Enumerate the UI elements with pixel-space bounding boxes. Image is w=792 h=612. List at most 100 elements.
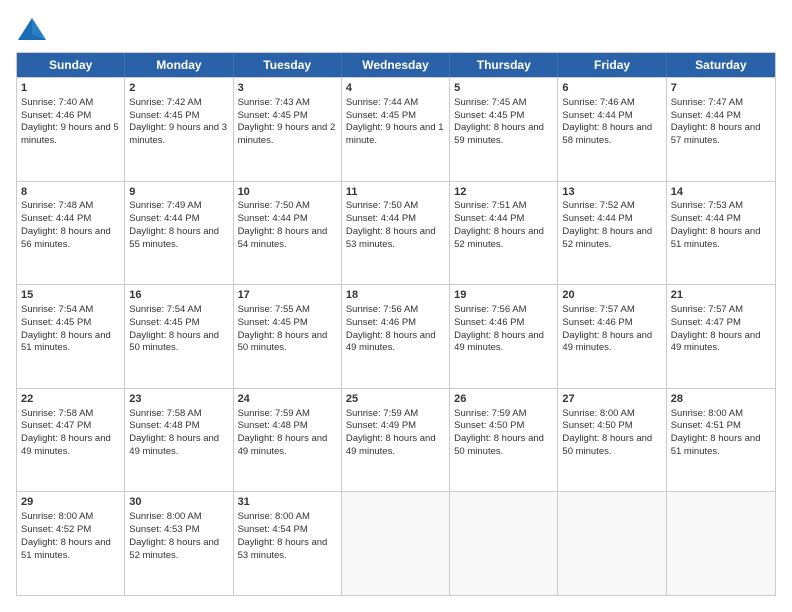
sun-info: Sunrise: 7:54 AM Sunset: 4:45 PM Dayligh…	[21, 304, 111, 353]
sun-info: Sunrise: 7:59 AM Sunset: 4:50 PM Dayligh…	[454, 408, 544, 457]
calendar-cell-10: 10Sunrise: 7:50 AM Sunset: 4:44 PM Dayli…	[234, 182, 342, 285]
calendar-cell-1: 1Sunrise: 7:40 AM Sunset: 4:46 PM Daylig…	[17, 78, 125, 181]
sun-info: Sunrise: 8:00 AM Sunset: 4:54 PM Dayligh…	[238, 511, 328, 560]
sun-info: Sunrise: 7:49 AM Sunset: 4:44 PM Dayligh…	[129, 200, 219, 249]
calendar-cell-5: 5Sunrise: 7:45 AM Sunset: 4:45 PM Daylig…	[450, 78, 558, 181]
calendar-row-0: 1Sunrise: 7:40 AM Sunset: 4:46 PM Daylig…	[17, 77, 775, 181]
sun-info: Sunrise: 7:53 AM Sunset: 4:44 PM Dayligh…	[671, 200, 761, 249]
calendar-cell-22: 22Sunrise: 7:58 AM Sunset: 4:47 PM Dayli…	[17, 389, 125, 492]
sun-info: Sunrise: 7:48 AM Sunset: 4:44 PM Dayligh…	[21, 200, 111, 249]
day-number: 19	[454, 288, 553, 303]
sun-info: Sunrise: 7:40 AM Sunset: 4:46 PM Dayligh…	[21, 97, 119, 146]
day-number: 10	[238, 185, 337, 200]
page-header	[16, 16, 776, 42]
calendar-cell-29: 29Sunrise: 8:00 AM Sunset: 4:52 PM Dayli…	[17, 492, 125, 595]
calendar-cell-19: 19Sunrise: 7:56 AM Sunset: 4:46 PM Dayli…	[450, 285, 558, 388]
day-number: 29	[21, 495, 120, 510]
sun-info: Sunrise: 7:59 AM Sunset: 4:48 PM Dayligh…	[238, 408, 328, 457]
calendar-row-2: 15Sunrise: 7:54 AM Sunset: 4:45 PM Dayli…	[17, 284, 775, 388]
calendar-cell-13: 13Sunrise: 7:52 AM Sunset: 4:44 PM Dayli…	[558, 182, 666, 285]
sun-info: Sunrise: 7:59 AM Sunset: 4:49 PM Dayligh…	[346, 408, 436, 457]
calendar-cell-21: 21Sunrise: 7:57 AM Sunset: 4:47 PM Dayli…	[667, 285, 775, 388]
calendar-cell-empty	[450, 492, 558, 595]
calendar-cell-25: 25Sunrise: 7:59 AM Sunset: 4:49 PM Dayli…	[342, 389, 450, 492]
calendar-cell-30: 30Sunrise: 8:00 AM Sunset: 4:53 PM Dayli…	[125, 492, 233, 595]
day-number: 18	[346, 288, 445, 303]
sun-info: Sunrise: 7:56 AM Sunset: 4:46 PM Dayligh…	[454, 304, 544, 353]
logo	[16, 16, 52, 42]
sun-info: Sunrise: 8:00 AM Sunset: 4:52 PM Dayligh…	[21, 511, 111, 560]
day-number: 5	[454, 81, 553, 96]
day-number: 26	[454, 392, 553, 407]
calendar-cell-7: 7Sunrise: 7:47 AM Sunset: 4:44 PM Daylig…	[667, 78, 775, 181]
sun-info: Sunrise: 7:45 AM Sunset: 4:45 PM Dayligh…	[454, 97, 544, 146]
sun-info: Sunrise: 7:52 AM Sunset: 4:44 PM Dayligh…	[562, 200, 652, 249]
calendar-cell-9: 9Sunrise: 7:49 AM Sunset: 4:44 PM Daylig…	[125, 182, 233, 285]
sun-info: Sunrise: 7:54 AM Sunset: 4:45 PM Dayligh…	[129, 304, 219, 353]
sun-info: Sunrise: 7:50 AM Sunset: 4:44 PM Dayligh…	[238, 200, 328, 249]
sun-info: Sunrise: 7:58 AM Sunset: 4:48 PM Dayligh…	[129, 408, 219, 457]
day-number: 13	[562, 185, 661, 200]
calendar-cell-8: 8Sunrise: 7:48 AM Sunset: 4:44 PM Daylig…	[17, 182, 125, 285]
day-number: 20	[562, 288, 661, 303]
day-header-thursday: Thursday	[450, 53, 558, 77]
calendar-cell-20: 20Sunrise: 7:57 AM Sunset: 4:46 PM Dayli…	[558, 285, 666, 388]
day-number: 3	[238, 81, 337, 96]
calendar-cell-26: 26Sunrise: 7:59 AM Sunset: 4:50 PM Dayli…	[450, 389, 558, 492]
calendar-row-3: 22Sunrise: 7:58 AM Sunset: 4:47 PM Dayli…	[17, 388, 775, 492]
sun-info: Sunrise: 7:47 AM Sunset: 4:44 PM Dayligh…	[671, 97, 761, 146]
calendar-cell-17: 17Sunrise: 7:55 AM Sunset: 4:45 PM Dayli…	[234, 285, 342, 388]
calendar-cell-4: 4Sunrise: 7:44 AM Sunset: 4:45 PM Daylig…	[342, 78, 450, 181]
day-number: 17	[238, 288, 337, 303]
sun-info: Sunrise: 7:42 AM Sunset: 4:45 PM Dayligh…	[129, 97, 227, 146]
sun-info: Sunrise: 8:00 AM Sunset: 4:51 PM Dayligh…	[671, 408, 761, 457]
day-number: 22	[21, 392, 120, 407]
sun-info: Sunrise: 7:57 AM Sunset: 4:47 PM Dayligh…	[671, 304, 761, 353]
day-number: 4	[346, 81, 445, 96]
day-header-wednesday: Wednesday	[342, 53, 450, 77]
calendar-cell-14: 14Sunrise: 7:53 AM Sunset: 4:44 PM Dayli…	[667, 182, 775, 285]
day-number: 14	[671, 185, 771, 200]
calendar-cell-18: 18Sunrise: 7:56 AM Sunset: 4:46 PM Dayli…	[342, 285, 450, 388]
day-number: 12	[454, 185, 553, 200]
logo-icon	[16, 16, 48, 42]
sun-info: Sunrise: 7:43 AM Sunset: 4:45 PM Dayligh…	[238, 97, 336, 146]
day-header-tuesday: Tuesday	[234, 53, 342, 77]
day-number: 24	[238, 392, 337, 407]
day-number: 2	[129, 81, 228, 96]
calendar-page: SundayMondayTuesdayWednesdayThursdayFrid…	[0, 0, 792, 612]
calendar-row-1: 8Sunrise: 7:48 AM Sunset: 4:44 PM Daylig…	[17, 181, 775, 285]
calendar-cell-28: 28Sunrise: 8:00 AM Sunset: 4:51 PM Dayli…	[667, 389, 775, 492]
day-number: 6	[562, 81, 661, 96]
sun-info: Sunrise: 8:00 AM Sunset: 4:53 PM Dayligh…	[129, 511, 219, 560]
day-number: 7	[671, 81, 771, 96]
day-number: 8	[21, 185, 120, 200]
day-number: 23	[129, 392, 228, 407]
calendar-cell-empty	[342, 492, 450, 595]
day-number: 21	[671, 288, 771, 303]
calendar-cell-2: 2Sunrise: 7:42 AM Sunset: 4:45 PM Daylig…	[125, 78, 233, 181]
day-number: 25	[346, 392, 445, 407]
sun-info: Sunrise: 7:51 AM Sunset: 4:44 PM Dayligh…	[454, 200, 544, 249]
calendar-cell-11: 11Sunrise: 7:50 AM Sunset: 4:44 PM Dayli…	[342, 182, 450, 285]
calendar-cell-31: 31Sunrise: 8:00 AM Sunset: 4:54 PM Dayli…	[234, 492, 342, 595]
calendar-cell-16: 16Sunrise: 7:54 AM Sunset: 4:45 PM Dayli…	[125, 285, 233, 388]
day-header-monday: Monday	[125, 53, 233, 77]
calendar-cell-empty	[667, 492, 775, 595]
day-number: 9	[129, 185, 228, 200]
sun-info: Sunrise: 7:50 AM Sunset: 4:44 PM Dayligh…	[346, 200, 436, 249]
sun-info: Sunrise: 7:57 AM Sunset: 4:46 PM Dayligh…	[562, 304, 652, 353]
calendar-cell-27: 27Sunrise: 8:00 AM Sunset: 4:50 PM Dayli…	[558, 389, 666, 492]
calendar-cell-6: 6Sunrise: 7:46 AM Sunset: 4:44 PM Daylig…	[558, 78, 666, 181]
day-header-friday: Friday	[558, 53, 666, 77]
day-number: 27	[562, 392, 661, 407]
calendar-body: 1Sunrise: 7:40 AM Sunset: 4:46 PM Daylig…	[17, 77, 775, 595]
calendar-cell-23: 23Sunrise: 7:58 AM Sunset: 4:48 PM Dayli…	[125, 389, 233, 492]
sun-info: Sunrise: 7:58 AM Sunset: 4:47 PM Dayligh…	[21, 408, 111, 457]
sun-info: Sunrise: 7:56 AM Sunset: 4:46 PM Dayligh…	[346, 304, 436, 353]
calendar-cell-empty	[558, 492, 666, 595]
day-number: 31	[238, 495, 337, 510]
day-number: 28	[671, 392, 771, 407]
day-header-saturday: Saturday	[667, 53, 775, 77]
day-number: 1	[21, 81, 120, 96]
